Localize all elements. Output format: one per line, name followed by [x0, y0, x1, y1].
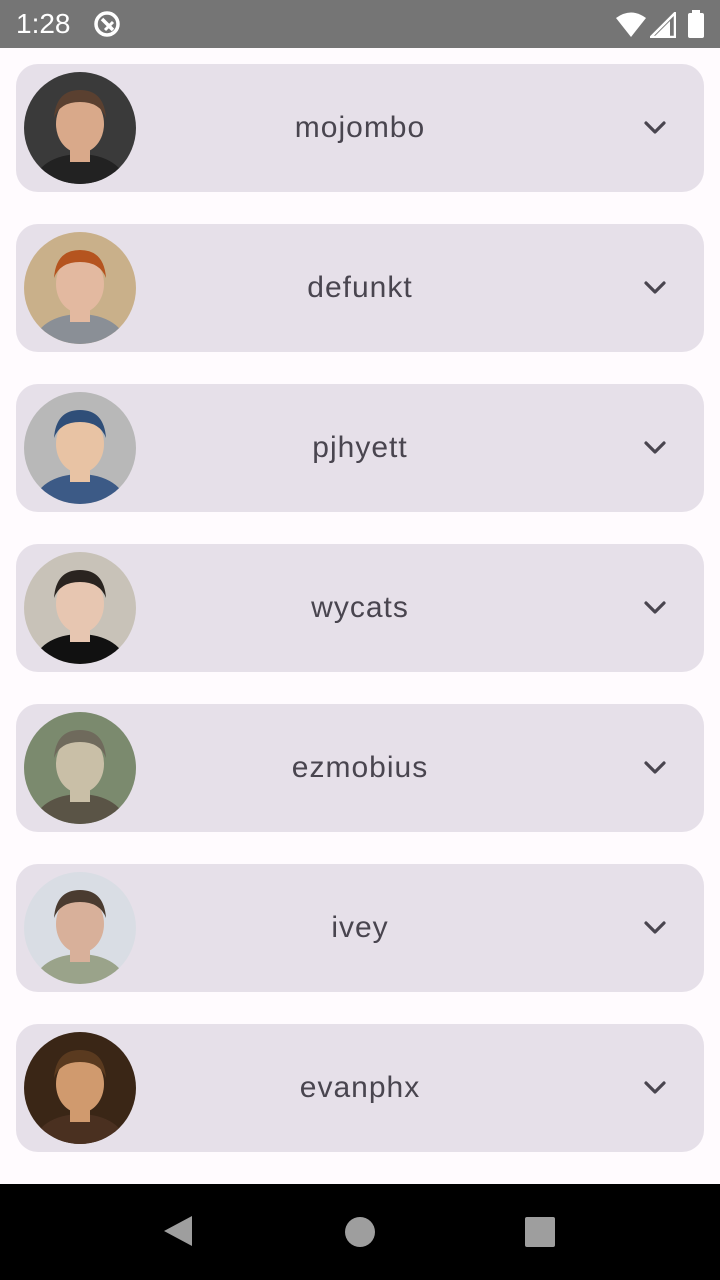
chevron-down-icon[interactable]	[640, 593, 670, 623]
wifi-icon	[616, 12, 646, 37]
chevron-down-icon[interactable]	[640, 273, 670, 303]
battery-icon	[688, 10, 704, 38]
user-card-mojombo[interactable]: mojombo	[16, 64, 704, 192]
user-card-ivey[interactable]: ivey	[16, 864, 704, 992]
username: mojombo	[294, 111, 426, 144]
user-card-ezmobius[interactable]: ezmobius	[16, 704, 704, 832]
chevron-down-icon[interactable]	[640, 1073, 670, 1103]
avatar	[24, 72, 136, 184]
user-card-defunkt[interactable]: defunkt	[16, 224, 704, 352]
username: defunkt	[307, 271, 413, 304]
avatar	[24, 712, 136, 824]
username: ivey	[331, 911, 389, 944]
back-icon[interactable]	[162, 1214, 194, 1248]
chevron-down-icon[interactable]	[640, 913, 670, 943]
avatar	[24, 232, 136, 344]
user-card-wycats[interactable]: wycats	[16, 544, 704, 672]
chevron-down-icon[interactable]	[640, 433, 670, 463]
app-notification-icon	[94, 11, 120, 37]
chevron-down-icon[interactable]	[640, 753, 670, 783]
user-card-evanphx[interactable]: evanphx	[16, 1024, 704, 1152]
status-bar: 1:28	[0, 0, 720, 48]
username: ezmobius	[291, 751, 429, 784]
cell-signal-icon	[650, 12, 676, 38]
avatar	[24, 872, 136, 984]
chevron-down-icon[interactable]	[640, 113, 670, 143]
home-icon[interactable]	[344, 1216, 376, 1248]
username: wycats	[311, 591, 409, 624]
avatar	[24, 392, 136, 504]
user-card-pjhyett[interactable]: pjhyett	[16, 384, 704, 512]
avatar	[24, 1032, 136, 1144]
avatar	[24, 552, 136, 664]
recents-icon[interactable]	[524, 1216, 556, 1248]
status-time: 1:28	[16, 8, 71, 39]
username: pjhyett	[312, 431, 408, 464]
username: evanphx	[299, 1071, 421, 1104]
